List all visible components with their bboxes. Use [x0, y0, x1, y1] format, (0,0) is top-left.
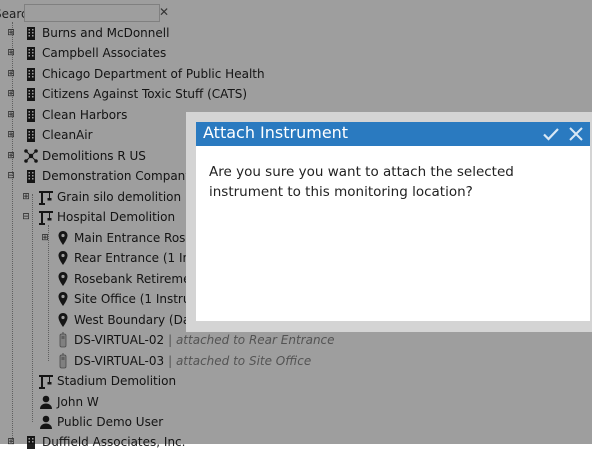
dialog-message: Are you sure you want to attach the sele…: [209, 164, 514, 200]
dialog-header: Attach Instrument: [196, 122, 590, 146]
dialog-title: Attach Instrument: [203, 123, 349, 142]
attach-instrument-dialog: Attach Instrument Are you sure you want …: [196, 122, 590, 321]
close-icon[interactable]: [567, 125, 585, 143]
checkmark-icon[interactable]: [542, 125, 560, 143]
